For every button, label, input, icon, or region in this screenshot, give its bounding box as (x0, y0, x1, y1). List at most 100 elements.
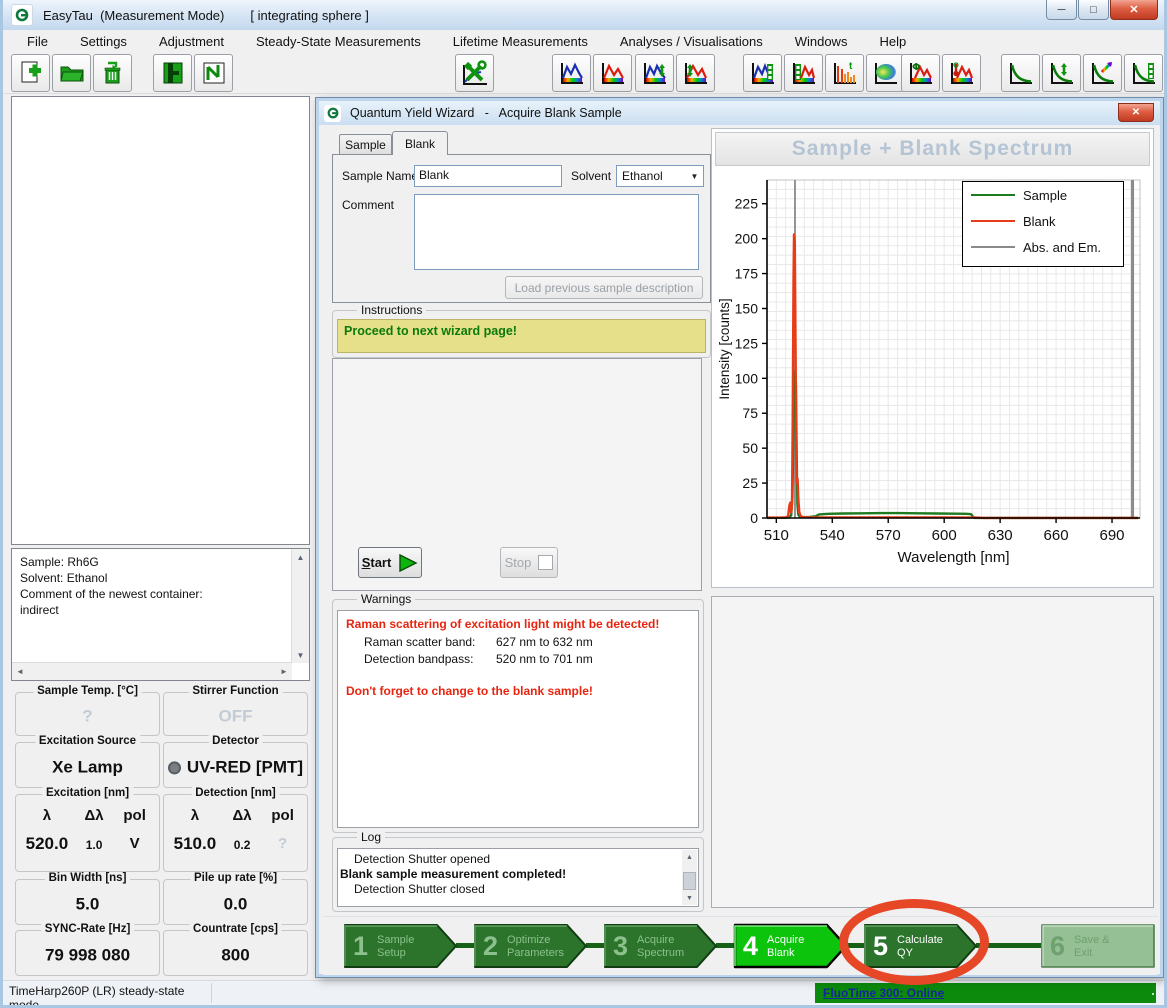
statusbar: TimeHarp260P (LR) steady-state mode Fluo… (3, 980, 1164, 1005)
spectrum-chart-panel: Sample + Blank Spectrum 0255075100125150… (711, 128, 1154, 588)
raman-band-label: Raman scatter band: (364, 635, 496, 649)
app-logo-icon (11, 4, 33, 26)
sample-info-line: Comment of the newest container: (20, 586, 289, 602)
detection-label: Detection [nm] (191, 787, 280, 799)
scroll-left-icon[interactable]: ◄ (12, 663, 28, 680)
excitation-series-icon[interactable] (743, 54, 782, 92)
adjustment-tools-icon[interactable] (455, 54, 494, 92)
sample-info-line: Solvent: Ethanol (20, 570, 289, 586)
annotation-highlight-ellipse (839, 899, 989, 985)
script-editor-icon[interactable] (194, 54, 233, 92)
emission-spectrum-icon[interactable] (593, 54, 632, 92)
svg-text:660: 660 (1044, 527, 1069, 544)
sample-temp-label: Sample Temp. [°C] (33, 685, 142, 697)
emission-anisotropy-icon[interactable] (676, 54, 715, 92)
menubar: File Settings Adjustment Steady-State Me… (3, 30, 1164, 52)
instructions-message: Proceed to next wizard page! (337, 319, 706, 353)
sample-info-box: Sample: Rh6G Solvent: Ethanol Comment of… (11, 548, 310, 681)
log-title: Log (357, 830, 385, 844)
maximize-button[interactable]: □ (1078, 0, 1109, 20)
detector-status-icon (168, 761, 181, 774)
stirrer-label: Stirrer Function (188, 685, 282, 697)
excitation-source-value: Xe Lamp (16, 757, 159, 777)
svg-text:225: 225 (735, 196, 759, 212)
sample-info-hscrollbar[interactable]: ◄► (12, 662, 292, 680)
excitation-bandwidth-value: 1.0 (72, 838, 117, 854)
menu-item-settings[interactable]: Settings (80, 34, 127, 49)
warnings-groupbox: Warnings Raman scattering of excitation … (332, 599, 704, 833)
svg-text:600: 600 (932, 527, 957, 544)
menu-item-file[interactable]: File (27, 34, 48, 49)
log-line: Detection Shutter opened (338, 852, 678, 867)
resize-grip[interactable] (1151, 992, 1163, 1004)
legend-swatch-blank (971, 220, 1015, 222)
sample-info-vscrollbar[interactable]: ▲▼ (291, 549, 309, 663)
log-scrollbar[interactable]: ▲ ▼ (682, 850, 697, 905)
menu-item-adjustment[interactable]: Adjustment (159, 34, 224, 49)
sample-name-input[interactable]: Blank (414, 165, 562, 187)
2d-map-icon[interactable] (866, 54, 905, 92)
comment-textarea[interactable] (414, 194, 699, 270)
sample-temp-box: Sample Temp. [°C] ? (15, 692, 160, 736)
decay-anisotropy-icon[interactable] (1042, 54, 1081, 92)
menu-item-lifetime[interactable]: Lifetime Measurements (453, 34, 588, 49)
chart-title: Sample + Blank Spectrum (715, 132, 1150, 166)
tcspc-histogram-icon[interactable]: t (825, 54, 864, 92)
stirrer-box: Stirrer Function OFF (163, 692, 308, 736)
wizard-step-3-acquire-spectrum[interactable]: 3AcquireSpectrum (603, 923, 719, 969)
solvent-combobox[interactable]: Ethanol ▼ (616, 165, 704, 187)
excitation-anisotropy-icon[interactable] (635, 54, 674, 92)
wizard-step-2-optimize-parameters[interactable]: 2OptimizeParameters (473, 923, 589, 969)
scroll-down-icon[interactable]: ▼ (682, 891, 697, 905)
quantum-yield-icon[interactable]: Φ (901, 54, 940, 92)
open-file-icon[interactable] (52, 54, 91, 92)
emission-series-icon[interactable] (784, 54, 823, 92)
wizard-step-6-save-exit[interactable]: 6Save &Exit (1040, 923, 1156, 969)
scroll-up-icon[interactable]: ▲ (682, 850, 697, 864)
menu-item-windows[interactable]: Windows (795, 34, 848, 49)
decay-series-icon[interactable] (1124, 54, 1163, 92)
start-button[interactable]: Start (358, 547, 422, 578)
bin-width-label: Bin Width [ns] (45, 872, 131, 884)
sync-rate-value: 79 998 080 (16, 945, 159, 965)
stop-button[interactable]: Stop (500, 547, 558, 578)
decay-icon[interactable] (1001, 54, 1040, 92)
batch-mode-icon[interactable] (153, 54, 192, 92)
statusbar-device-text: TimeHarp260P (LR) steady-state mode (9, 984, 209, 1008)
load-previous-sample-button[interactable]: Load previous sample description (505, 276, 703, 299)
tab-sample[interactable]: Sample (339, 134, 392, 155)
menu-item-help[interactable]: Help (879, 34, 906, 49)
scroll-down-icon[interactable]: ▼ (292, 647, 309, 663)
new-measurement-icon[interactable] (11, 54, 50, 92)
minimize-button[interactable]: ─ (1046, 0, 1077, 20)
menu-item-analyses[interactable]: Analyses / Visualisations (620, 34, 763, 49)
sample-info-line: Sample: Rh6G (20, 554, 289, 570)
temperature-series-icon[interactable] (942, 54, 981, 92)
delete-icon[interactable] (93, 54, 132, 92)
detector-label: Detector (208, 735, 263, 747)
decay-wavelength-icon[interactable] (1083, 54, 1122, 92)
pol-header: pol (116, 807, 153, 824)
chart-legend: Sample Blank Abs. and Em. (962, 181, 1124, 267)
scrollbar-thumb[interactable] (683, 872, 696, 890)
sample-info-line: indirect (20, 602, 289, 618)
tab-blank[interactable]: Blank (392, 131, 448, 155)
excitation-label: Excitation [nm] (42, 787, 133, 799)
wizard-step-4-acquire-blank[interactable]: 4AcquireBlank (733, 923, 849, 969)
instructions-groupbox: Instructions Proceed to next wizard page… (332, 310, 711, 358)
detection-bandwidth-value: 0.2 (220, 838, 265, 854)
svg-text:25: 25 (742, 475, 758, 491)
scroll-right-icon[interactable]: ► (276, 663, 292, 680)
close-button[interactable]: ✕ (1110, 0, 1158, 20)
excitation-pol-value: V (116, 835, 153, 854)
wizard-step-1-sample-setup[interactable]: 1SampleSetup (343, 923, 459, 969)
chevron-down-icon[interactable]: ▼ (686, 172, 703, 181)
menu-item-steady-state[interactable]: Steady-State Measurements (256, 34, 421, 49)
excitation-spectrum-icon[interactable] (552, 54, 591, 92)
detector-box: Detector UV-RED [PMT] (163, 742, 308, 788)
delta-lambda-header: Δλ (72, 807, 117, 824)
warnings-title: Warnings (357, 592, 415, 606)
scroll-up-icon[interactable]: ▲ (292, 549, 309, 565)
stirrer-value: OFF (164, 706, 307, 726)
dialog-close-button[interactable]: ✕ (1118, 103, 1154, 122)
